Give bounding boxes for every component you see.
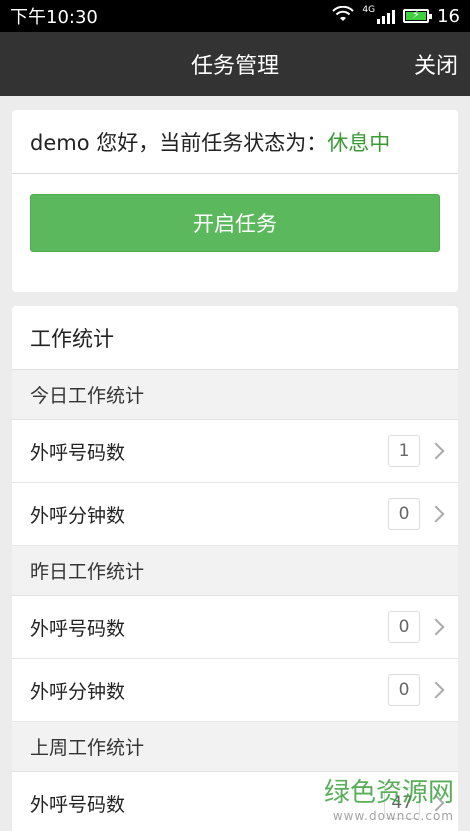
task-status-value: 休息中 [327,130,391,155]
row-label: 外呼号码数 [30,441,126,464]
status-icons: 4G ⚡ 16 [332,5,460,27]
chevron-right-icon [427,505,445,523]
today-stats-header: 今日工作统计 [12,370,458,420]
page-title: 任务管理 [190,54,279,79]
signal-icon [377,8,396,24]
battery-icon: ⚡ [403,8,433,23]
battery-level: 16 [437,5,460,27]
close-button[interactable]: 关闭 [414,48,458,80]
status-bar: 下午10:30 4G ⚡ 16 [0,0,470,32]
lastweek-calls-row[interactable]: 外呼号码数 47 [12,772,458,831]
start-button-wrap: 开启任务 [12,174,458,292]
network-type-label: 4G [362,5,376,15]
chevron-right-icon [427,442,445,460]
count-badge: 0 [388,498,420,530]
row-label: 外呼号码数 [30,793,126,816]
row-label: 外呼分钟数 [30,680,126,703]
today-minutes-row[interactable]: 外呼分钟数 0 [12,483,458,546]
lastweek-stats-header: 上周工作统计 [12,722,458,772]
count-badge: 1 [388,435,420,467]
yesterday-calls-row[interactable]: 外呼号码数 0 [12,596,458,659]
chevron-right-icon [427,681,445,699]
status-time: 下午10:30 [10,7,98,28]
greeting-line: demo 您好，当前任务状态为： 休息中 [12,110,458,174]
work-stats-card: 工作统计 今日工作统计 外呼号码数 1 外呼分钟数 0 昨日工作统计 外呼号码数… [12,306,458,831]
count-badge: 0 [388,674,420,706]
yesterday-stats-header: 昨日工作统计 [12,546,458,596]
chevron-right-icon [427,794,445,812]
work-stats-title: 工作统计 [12,306,458,370]
count-badge: 0 [388,611,420,643]
nav-bar: 任务管理 关闭 [0,32,470,96]
row-label: 外呼分钟数 [30,504,126,527]
start-task-button[interactable]: 开启任务 [30,194,440,252]
chevron-right-icon [427,618,445,636]
today-calls-row[interactable]: 外呼号码数 1 [12,420,458,483]
greeting-text: demo 您好，当前任务状态为： [30,130,328,155]
yesterday-minutes-row[interactable]: 外呼分钟数 0 [12,659,458,722]
row-label: 外呼号码数 [30,617,126,640]
count-badge: 47 [384,787,420,819]
task-status-card: demo 您好，当前任务状态为： 休息中 开启任务 [12,110,458,292]
wifi-icon [332,5,355,27]
